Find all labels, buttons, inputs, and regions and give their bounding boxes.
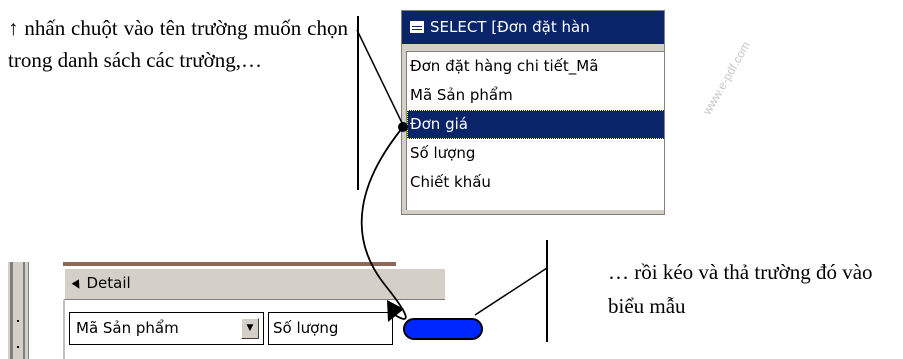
callout-pointer-left [356, 29, 404, 126]
drag-path-overlay [356, 29, 548, 322]
drag-path-curve [360, 126, 407, 320]
callout-pointer-right [474, 267, 548, 316]
